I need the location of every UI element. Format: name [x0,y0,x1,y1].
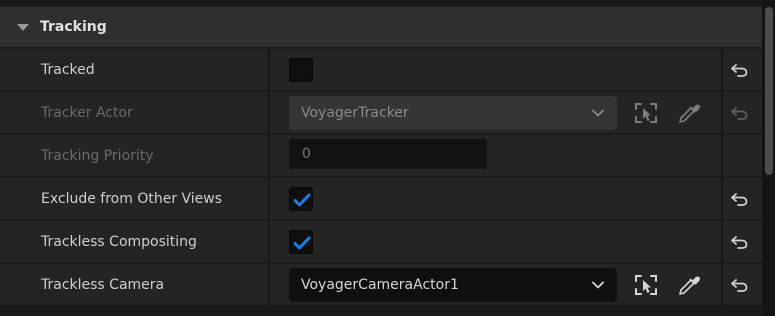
select-actor-icon[interactable] [633,273,659,297]
property-row-trackless-camera: Trackless Camera VoyagerCameraActor1 [0,264,762,305]
divider [721,92,723,133]
triangle-down-icon[interactable] [17,23,29,31]
column-splitter[interactable] [268,178,270,219]
combo-value: VoyagerTracker [301,105,409,121]
section-header-tracking[interactable]: Tracking [0,7,762,47]
divider [721,49,723,90]
reset-arrow-icon[interactable] [730,191,750,207]
exclude-from-other-views-checkbox[interactable] [289,187,313,211]
property-label: Trackless Camera [41,276,165,293]
checkmark-icon [293,193,311,207]
column-splitter[interactable] [268,221,270,262]
property-row-tracker-actor: Tracker Actor VoyagerTracker [0,92,762,133]
checkmark-icon [293,236,311,250]
eyedropper-icon[interactable] [677,101,701,125]
property-row-trackless-compositing: Trackless Compositing [0,221,762,262]
tracked-checkbox[interactable] [289,58,313,82]
combo-value: VoyagerCameraActor1 [301,277,459,293]
section-title: Tracking [40,19,107,35]
column-splitter[interactable] [268,92,270,133]
property-row-tracking-priority: Tracking Priority 0 [0,135,762,176]
property-row-tracked: Tracked [0,49,762,90]
details-panel: Tracking Tracked Tracker Actor VoyagerTr… [0,0,762,316]
select-actor-icon[interactable] [633,101,659,125]
divider [721,135,723,176]
reset-arrow-icon[interactable] [730,277,750,293]
chevron-down-icon [592,281,604,289]
divider [721,221,723,262]
chevron-down-icon [592,109,604,117]
reset-arrow-icon[interactable] [730,62,750,78]
property-row-exclude-from-other-views: Exclude from Other Views [0,178,762,219]
divider [721,178,723,219]
trackless-camera-combo[interactable]: VoyagerCameraActor1 [289,268,617,302]
divider [721,264,723,305]
tracking-priority-input[interactable]: 0 [289,139,487,169]
property-label: Exclude from Other Views [41,190,223,207]
trackless-compositing-checkbox[interactable] [289,230,313,254]
column-splitter[interactable] [268,49,270,90]
numeric-value: 0 [302,146,311,162]
reset-arrow-icon[interactable] [730,234,750,250]
eyedropper-icon[interactable] [677,273,701,297]
tracker-actor-combo[interactable]: VoyagerTracker [289,96,617,130]
column-splitter[interactable] [268,135,270,176]
property-label: Tracker Actor [41,104,133,121]
scrollbar-thumb[interactable] [765,7,773,175]
column-splitter[interactable] [268,264,270,305]
property-label: Tracking Priority [41,147,154,164]
property-label: Trackless Compositing [41,233,197,250]
reset-arrow-icon[interactable] [730,105,750,121]
property-label: Tracked [41,61,95,78]
